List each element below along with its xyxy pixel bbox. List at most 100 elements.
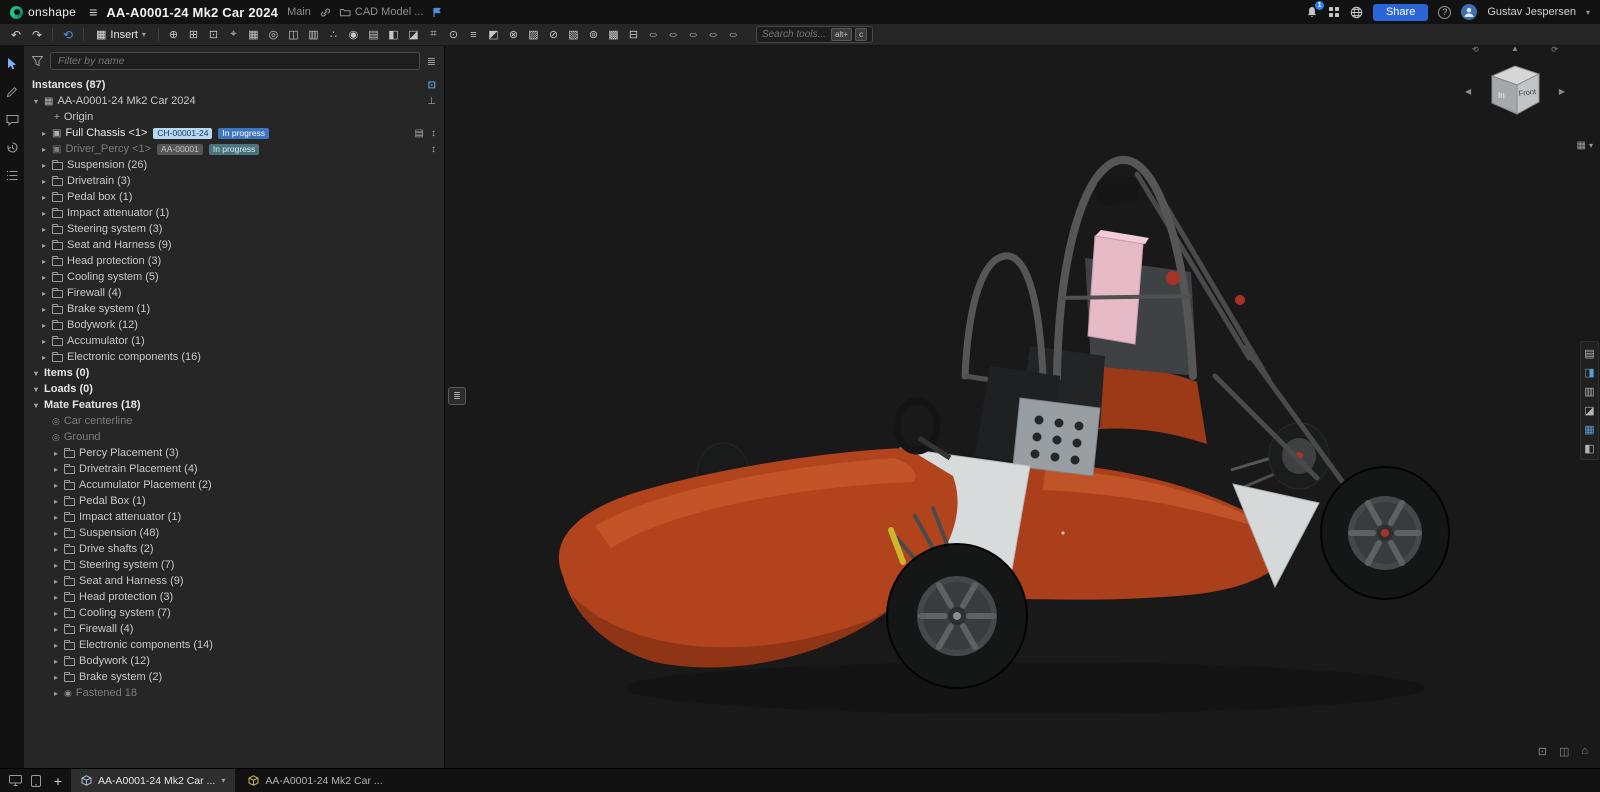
tree-item[interactable]: ▸Bodywork (12): [24, 317, 444, 333]
frame-icon[interactable]: ▨: [524, 26, 543, 44]
fullscreen-icon[interactable]: ⌂: [1581, 745, 1588, 758]
sketch-pencil-icon[interactable]: [5, 84, 20, 99]
tree-item[interactable]: ▸Firewall (4): [24, 621, 444, 637]
chevron-right-icon[interactable]: ▸: [40, 289, 48, 298]
tree-item-driver-percy[interactable]: ▸ ▣ Driver_Percy <1> AA-00001 In progres…: [24, 141, 444, 157]
user-name[interactable]: Gustav Jespersen: [1487, 6, 1576, 18]
display-panel-icon[interactable]: ▥: [1582, 384, 1597, 398]
tree-item[interactable]: ▸Head protection (3): [24, 589, 444, 605]
ball-mate-icon[interactable]: ○: [724, 26, 743, 44]
rotate-ccw-icon[interactable]: ⟲: [1472, 46, 1479, 54]
hamburger-menu-icon[interactable]: ≡: [89, 4, 97, 20]
tab-caret-icon[interactable]: ▾: [221, 776, 225, 785]
chevron-right-icon[interactable]: ▸: [40, 209, 48, 218]
onshape-logo[interactable]: onshape: [10, 5, 76, 19]
tree-item[interactable]: ▸Impact attenuator (1): [24, 509, 444, 525]
replicate-icon[interactable]: ▥: [304, 26, 323, 44]
explode-view-icon[interactable]: ∴: [324, 26, 343, 44]
circular-pattern-icon[interactable]: ◎: [264, 26, 283, 44]
chevron-right-icon[interactable]: ▸: [52, 673, 60, 682]
view-cube[interactable]: ⟲ ⟳ ▲ ◀ ▶ In Front: [1478, 56, 1552, 128]
snap-mode-icon[interactable]: ⌖: [224, 26, 243, 44]
status-badge[interactable]: In progress: [209, 144, 260, 155]
weldment-icon[interactable]: ▧: [564, 26, 583, 44]
panel-resize-handle[interactable]: ≣: [448, 387, 466, 405]
chevron-down-icon[interactable]: ▾: [32, 401, 40, 410]
chevron-right-icon[interactable]: ▸: [40, 145, 48, 154]
chevron-right-icon[interactable]: ▸: [52, 609, 60, 618]
mirror-icon[interactable]: ◫: [284, 26, 303, 44]
tree-item[interactable]: ▸Seat and Harness (9): [24, 237, 444, 253]
revolute-mate-icon[interactable]: ○: [664, 26, 683, 44]
bom-table-icon[interactable]: ≡: [464, 26, 483, 44]
tube-icon[interactable]: ⊘: [544, 26, 563, 44]
tree-item[interactable]: ▸Pedal Box (1): [24, 493, 444, 509]
list-view-icon[interactable]: ≣: [427, 55, 436, 68]
section-panel-icon[interactable]: ◪: [1582, 403, 1597, 417]
view-right-arrow-icon[interactable]: ▶: [1559, 88, 1565, 96]
dof-indicator-icon[interactable]: ↕: [431, 144, 436, 155]
chevron-right-icon[interactable]: ▸: [40, 321, 48, 330]
undo-button[interactable]: ↶: [6, 26, 26, 44]
filter-input[interactable]: [58, 55, 412, 67]
rollback-sync-button[interactable]: ⟲: [58, 26, 78, 44]
chevron-down-icon[interactable]: ▾: [32, 385, 40, 394]
appearance-icon[interactable]: ◩: [484, 26, 503, 44]
tree-item[interactable]: ▸Accumulator Placement (2): [24, 477, 444, 493]
group-icon[interactable]: ⊞: [184, 26, 203, 44]
section-view-icon[interactable]: ◪: [404, 26, 423, 44]
flag-icon[interactable]: [432, 7, 442, 18]
chevron-right-icon[interactable]: ▸: [52, 657, 60, 666]
graphics-viewport[interactable]: ⟲ ⟳ ▲ ◀ ▶ In Front ▦ ▾ ≣ ▤◨▥◪▦◧ ⊡◫⌂: [445, 46, 1600, 768]
car-3d-model[interactable]: [445, 46, 1600, 768]
redo-button[interactable]: ↷: [27, 26, 47, 44]
view-options-menu[interactable]: ▦ ▾: [1577, 140, 1593, 151]
tree-item[interactable]: ▸Steering system (3): [24, 221, 444, 237]
tree-item-origin[interactable]: + Origin: [24, 109, 444, 125]
help-panel-icon[interactable]: ◧: [1582, 441, 1597, 455]
link-icon[interactable]: [320, 7, 331, 18]
tree-item[interactable]: ▸Cooling system (7): [24, 605, 444, 621]
bom-item-icon[interactable]: ▤: [415, 128, 424, 139]
parts-panel-icon[interactable]: ▤: [1582, 346, 1597, 360]
globe-language-icon[interactable]: [1350, 6, 1363, 19]
view-left-arrow-icon[interactable]: ◀: [1465, 88, 1471, 96]
desktop-icon[interactable]: [6, 773, 24, 789]
chevron-right-icon[interactable]: ▸: [52, 529, 60, 538]
tree-item[interactable]: ▸Drive shafts (2): [24, 541, 444, 557]
front-right-wheel[interactable]: [1231, 423, 1329, 490]
tree-item[interactable]: ▸Impact attenuator (1): [24, 205, 444, 221]
help-icon[interactable]: ?: [1438, 6, 1451, 19]
sheet-metal-icon[interactable]: ▩: [604, 26, 623, 44]
tree-item[interactable]: ▸Bodywork (12): [24, 653, 444, 669]
view-up-arrow-icon[interactable]: ▲: [1511, 46, 1519, 53]
tree-item[interactable]: ▸Suspension (48): [24, 525, 444, 541]
chevron-down-icon[interactable]: ▾: [32, 97, 40, 106]
chevron-right-icon[interactable]: ▸: [52, 449, 60, 458]
chevron-down-icon[interactable]: ▾: [32, 369, 40, 378]
chevron-right-icon[interactable]: ▸: [52, 481, 60, 490]
tree-item[interactable]: ▸Steering system (7): [24, 557, 444, 573]
tree-item[interactable]: ▸Electronic components (14): [24, 637, 444, 653]
appearance-panel-icon[interactable]: ◨: [1582, 365, 1597, 379]
anchor-icon[interactable]: ⊥: [427, 96, 436, 107]
rear-right-wheel[interactable]: [1321, 467, 1449, 599]
tree-item[interactable]: ▸Pedal box (1): [24, 189, 444, 205]
linear-pattern-icon[interactable]: ▦: [244, 26, 263, 44]
tree-item[interactable]: ▸Drivetrain (3): [24, 173, 444, 189]
tree-item[interactable]: ▸Seat and Harness (9): [24, 573, 444, 589]
chevron-right-icon[interactable]: ▸: [40, 257, 48, 266]
tree-item[interactable]: ▸Accumulator (1): [24, 333, 444, 349]
front-left-wheel[interactable]: [887, 544, 1027, 688]
select-cursor-icon[interactable]: [5, 56, 20, 71]
chevron-right-icon[interactable]: ▸: [52, 577, 60, 586]
mate-icon[interactable]: ⊕: [164, 26, 183, 44]
tree-item[interactable]: ▸Cooling system (5): [24, 269, 444, 285]
measure-icon[interactable]: ⌗: [424, 26, 443, 44]
interference-icon[interactable]: ⊗: [504, 26, 523, 44]
hole-icon[interactable]: ⊚: [584, 26, 603, 44]
named-positions-icon[interactable]: ▤: [364, 26, 383, 44]
add-tab-button[interactable]: +: [48, 771, 68, 791]
cylindrical-mate-icon[interactable]: ○: [704, 26, 723, 44]
app-store-grid-icon[interactable]: [1328, 6, 1340, 18]
